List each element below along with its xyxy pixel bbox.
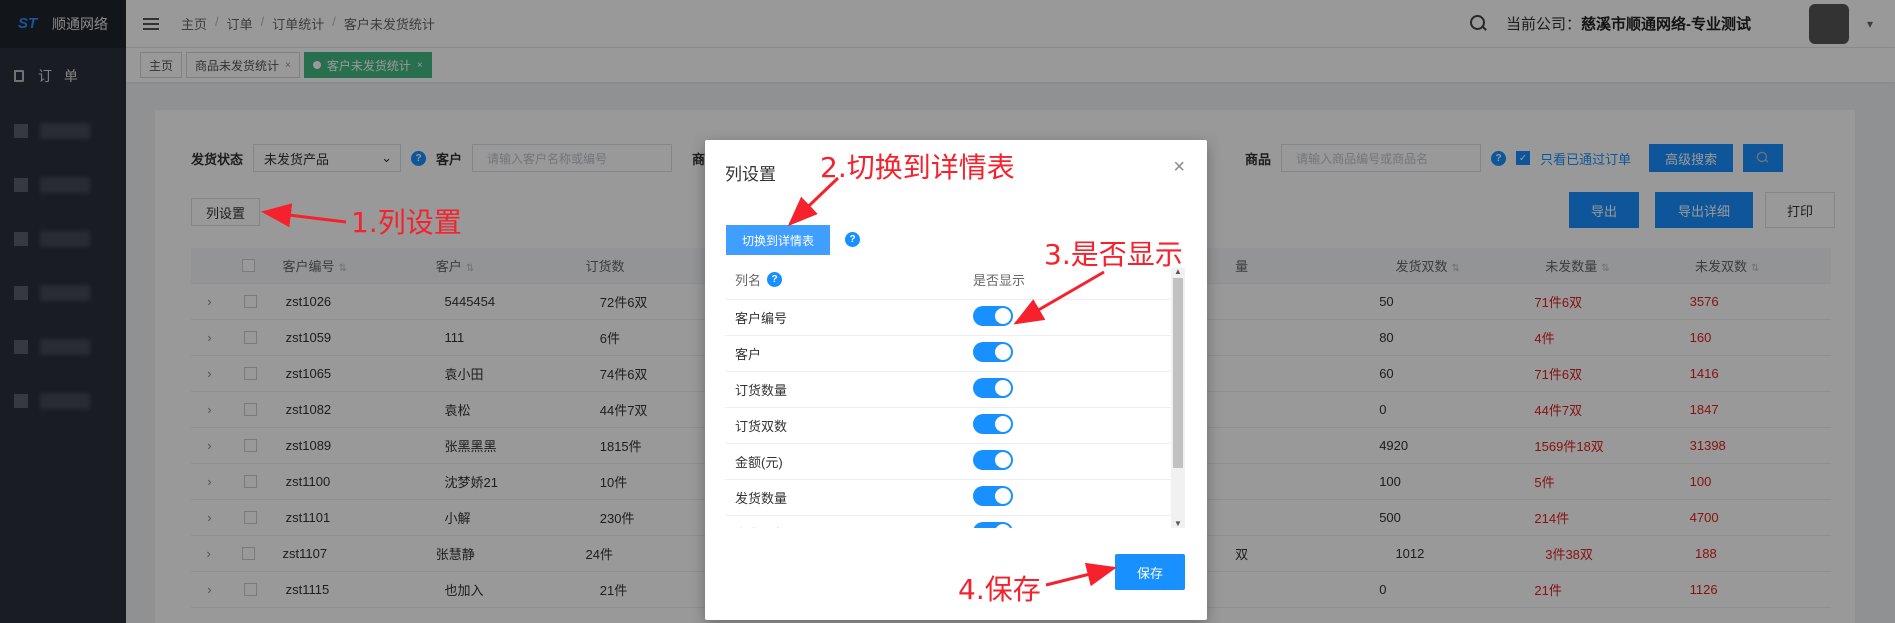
annotation-1: 1.列设置	[351, 206, 462, 239]
annotation-4: 4.保存	[958, 573, 1041, 606]
annotation-3: 3.是否显示	[1044, 238, 1183, 271]
annotation-arrows	[261, 176, 1117, 587]
arrow-3	[1013, 270, 1105, 325]
arrow-4	[1045, 562, 1117, 587]
arrow-1	[261, 203, 347, 228]
annotation-2: 2.切换到详情表	[820, 151, 1015, 184]
